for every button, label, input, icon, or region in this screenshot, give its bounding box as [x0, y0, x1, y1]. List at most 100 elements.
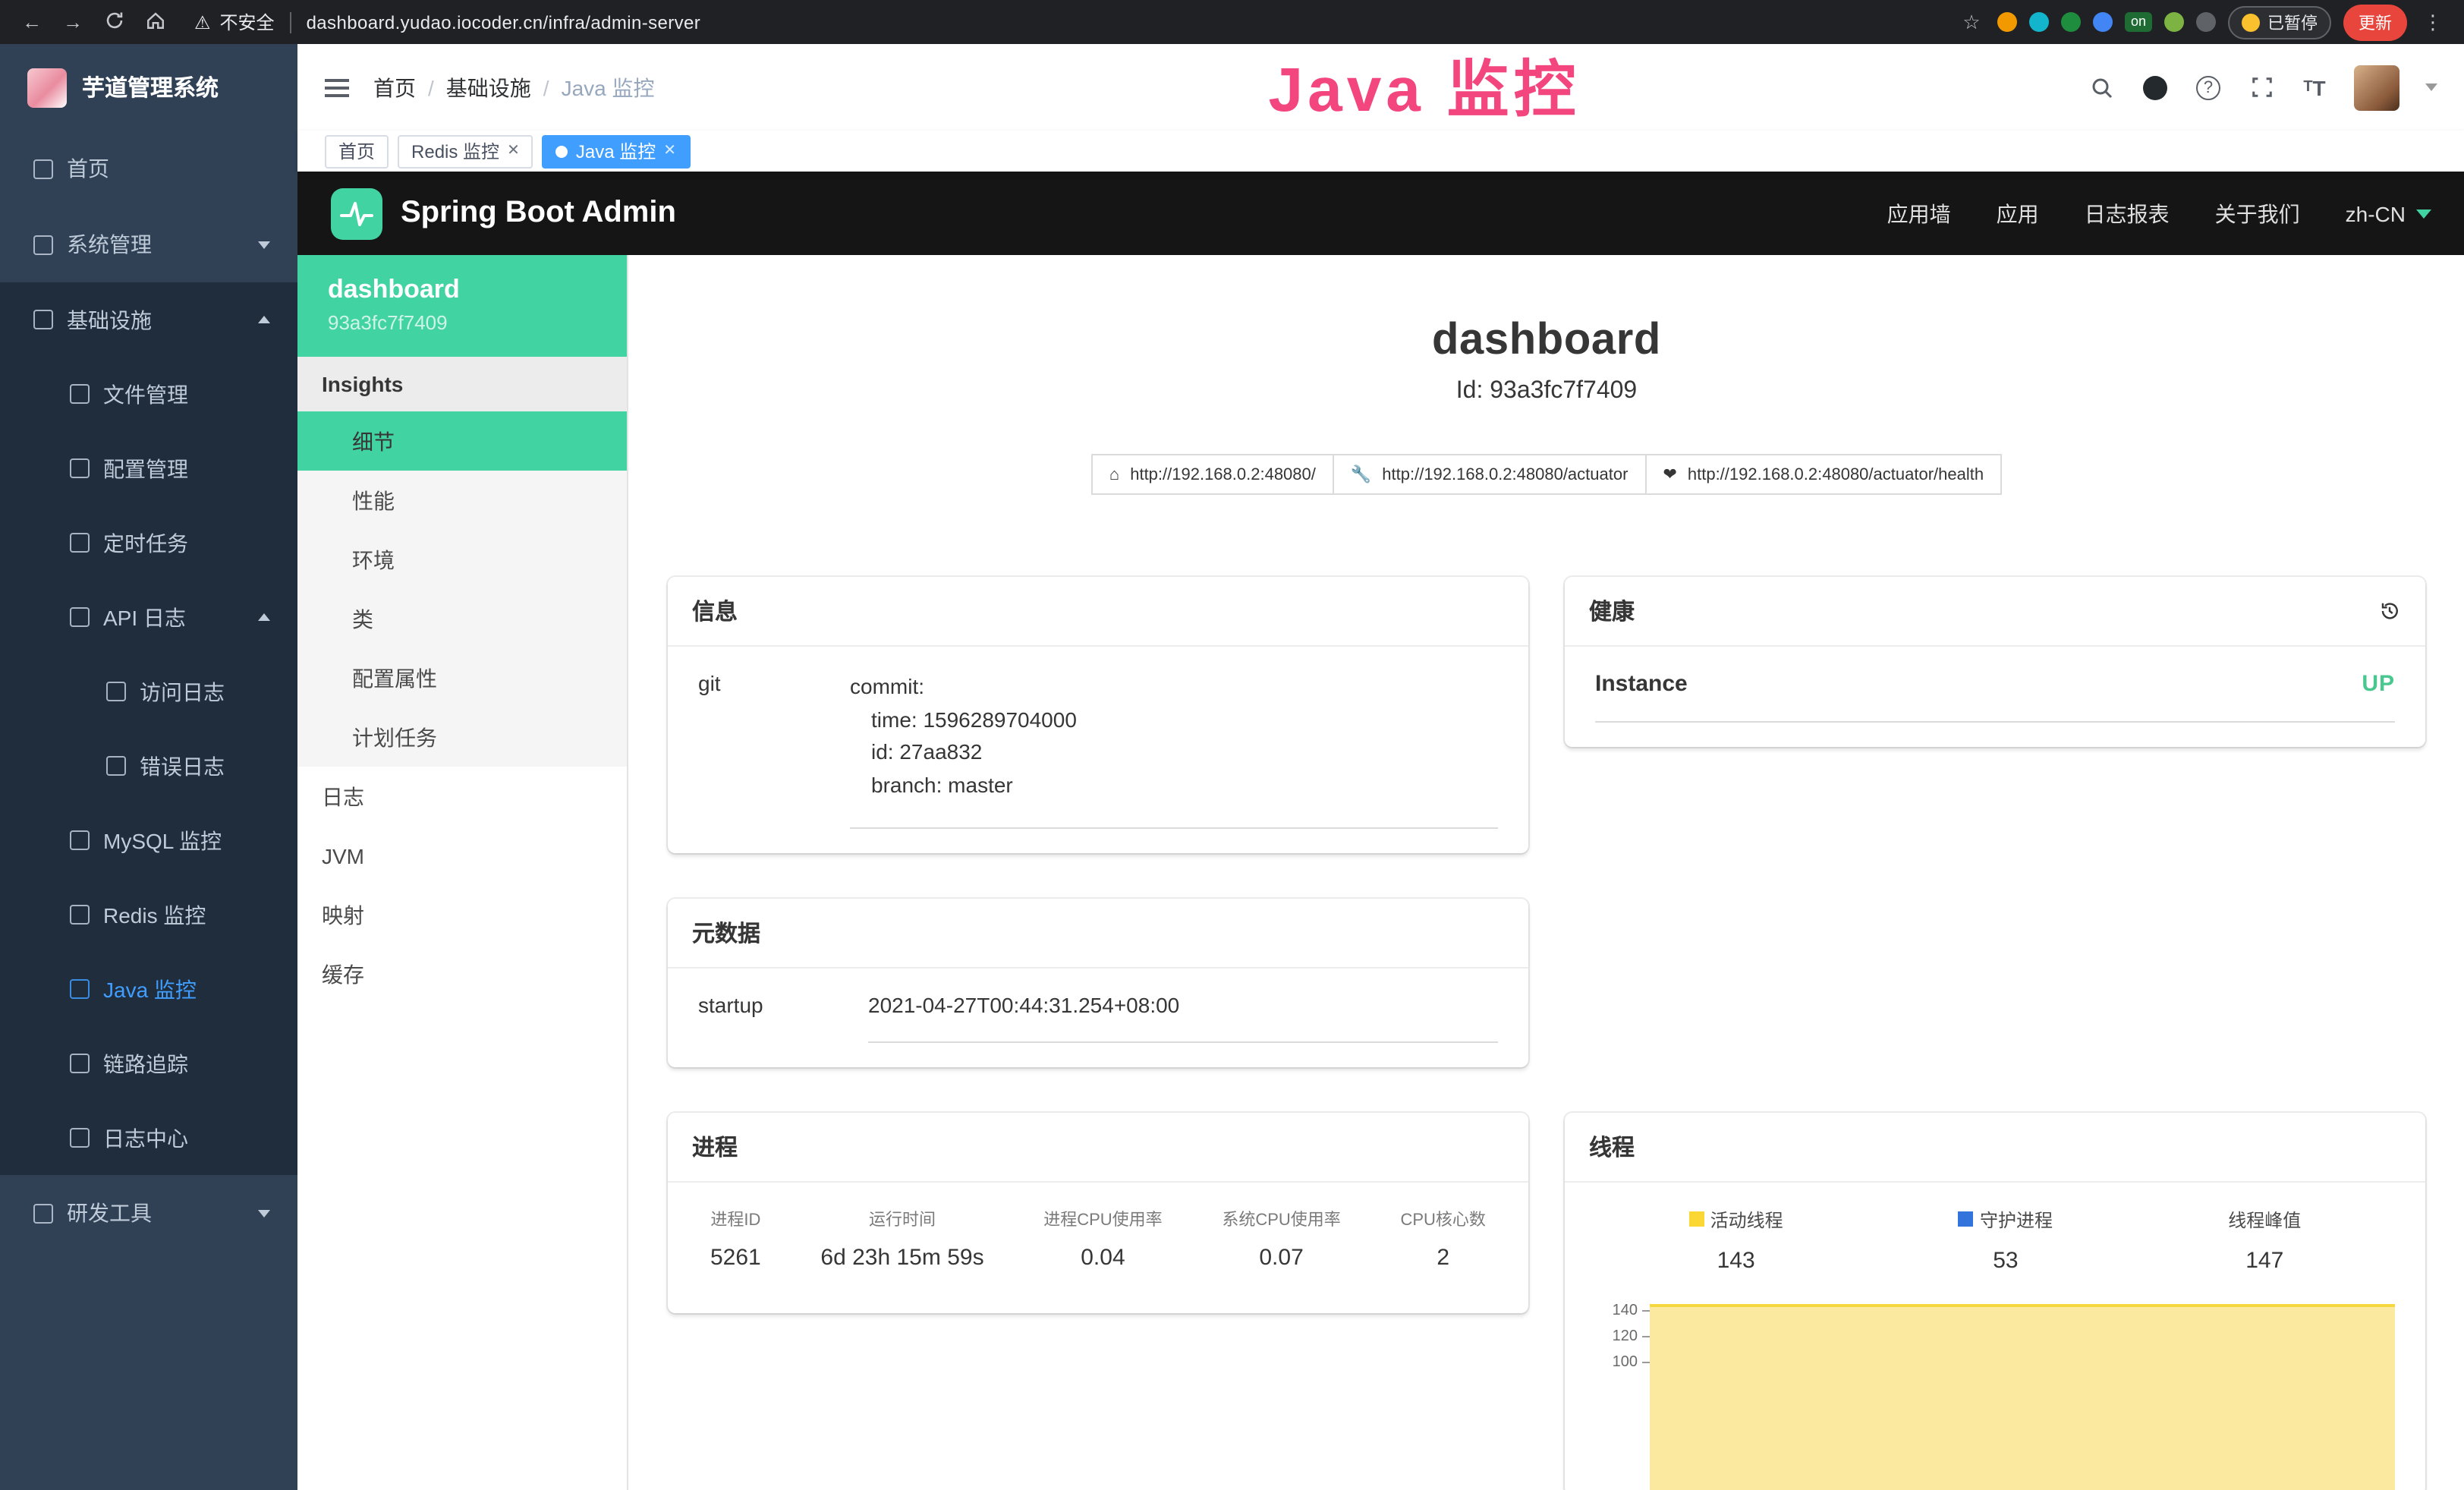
- url-text: dashboard.yudao.iocoder.cn/infra/admin-s…: [307, 11, 701, 33]
- sidebar-item-java-monitor[interactable]: Java 监控: [0, 952, 297, 1026]
- sidebar-item-log-center[interactable]: 日志中心: [0, 1101, 297, 1175]
- cards-grid: 信息 git commit: time: 1596289704000 id: 2…: [668, 577, 2425, 1490]
- daemon-threads-swatch: [1959, 1212, 1974, 1227]
- metric-label: 系统CPU使用率: [1222, 1207, 1340, 1231]
- inst-item-logs[interactable]: 日志: [297, 767, 627, 826]
- java-icon: [70, 979, 90, 999]
- sidebar-item-system[interactable]: 系统管理: [0, 206, 297, 282]
- fullscreen-icon[interactable]: [2248, 74, 2275, 101]
- extension-icon-grid[interactable]: [2093, 12, 2113, 32]
- sidebar-item-label: 错误日志: [140, 751, 225, 781]
- sidebar-item-link-tracing[interactable]: 链路追踪: [0, 1026, 297, 1101]
- tools-icon: [33, 1203, 53, 1223]
- metadata-row-startup: startup 2021-04-27T00:44:31.254+08:00: [698, 993, 1498, 1043]
- address-bar[interactable]: ⚠ 不安全 dashboard.yudao.iocoder.cn/infra/a…: [194, 9, 1944, 35]
- close-icon[interactable]: ✕: [507, 143, 520, 159]
- metric-pid: 进程ID 5261: [710, 1207, 761, 1271]
- sidebar-item-api-logs[interactable]: API 日志: [0, 580, 297, 654]
- sba-nav-wallboard[interactable]: 应用墙: [1887, 198, 1951, 228]
- sidebar-item-dev-tools[interactable]: 研发工具: [0, 1175, 297, 1251]
- fold-sidebar-icon[interactable]: [325, 78, 349, 96]
- inst-item-mappings[interactable]: 映射: [297, 885, 627, 944]
- extensions-puzzle-icon[interactable]: [2196, 12, 2216, 32]
- help-icon[interactable]: ?: [2195, 74, 2222, 101]
- instance-header[interactable]: dashboard 93a3fc7f7409: [297, 255, 627, 357]
- info-key: git: [698, 671, 850, 829]
- update-button[interactable]: 更新: [2343, 4, 2407, 40]
- monitor-icon: [33, 310, 53, 329]
- history-icon[interactable]: [2378, 600, 2401, 622]
- main-content: dashboard Id: 93a3fc7f7409 ⌂ http://192.…: [628, 255, 2464, 1490]
- breadcrumb-infrastructure[interactable]: 基础设施: [446, 72, 531, 102]
- sba-nav-applications[interactable]: 应用: [1997, 198, 2039, 228]
- card-title: 进程: [692, 1131, 738, 1163]
- inst-item-performance[interactable]: 性能: [297, 471, 627, 530]
- heart-icon: ❤: [1663, 465, 1676, 484]
- extension-on-badge[interactable]: on: [2125, 12, 2152, 32]
- header-actions: ? TT: [2088, 65, 2437, 110]
- emoji-icon: [2242, 13, 2260, 31]
- extension-icon-orange[interactable]: [1997, 12, 2017, 32]
- font-size-icon[interactable]: TT: [2301, 74, 2328, 101]
- inst-item-jvm[interactable]: JVM: [297, 826, 627, 885]
- app-logo-area[interactable]: 芋道管理系统: [0, 44, 297, 131]
- inst-item-environment[interactable]: 环境: [297, 530, 627, 589]
- browser-home-icon[interactable]: [141, 11, 168, 33]
- sidebar-item-config-management[interactable]: 配置管理: [0, 431, 297, 506]
- card-title: 线程: [1589, 1131, 1635, 1163]
- tab-home[interactable]: 首页: [325, 134, 389, 168]
- sba-brand[interactable]: Spring Boot Admin: [331, 187, 676, 239]
- health-instance-row: Instance UP: [1595, 671, 2395, 723]
- refresh-icon[interactable]: [100, 11, 127, 33]
- card-title: 健康: [1589, 595, 1635, 627]
- inst-item-classes[interactable]: 类: [297, 589, 627, 648]
- tab-label: Redis 监控: [411, 138, 499, 164]
- sba-nav-about[interactable]: 关于我们: [2215, 198, 2300, 228]
- sidebar-item-infrastructure[interactable]: 基础设施: [0, 282, 297, 357]
- tab-java-monitor[interactable]: Java 监控 ✕: [543, 134, 690, 168]
- extension-icon-leaf[interactable]: [2164, 12, 2184, 32]
- sidebar-item-mysql-monitor[interactable]: MySQL 监控: [0, 803, 297, 877]
- forward-icon[interactable]: →: [59, 12, 87, 32]
- sidebar-item-redis-monitor[interactable]: Redis 监控: [0, 877, 297, 952]
- access-log-icon: [106, 682, 126, 701]
- chart-y-axis: 140 120 100: [1595, 1298, 1650, 1490]
- avatar[interactable]: [2354, 65, 2399, 110]
- breadcrumb-separator: /: [428, 75, 434, 99]
- sba-nav-journal[interactable]: 日志报表: [2085, 198, 2170, 228]
- locale-selector[interactable]: zh-CN: [2346, 201, 2431, 225]
- sidebar-item-file-management[interactable]: 文件管理: [0, 357, 297, 431]
- health-url-link[interactable]: ❤ http://192.168.0.2:48080/actuator/heal…: [1644, 454, 2002, 495]
- browser-menu-icon[interactable]: ⋮: [2419, 12, 2447, 32]
- wrench-icon: 🔧: [1351, 465, 1371, 484]
- inst-item-details[interactable]: 细节: [297, 411, 627, 471]
- close-icon[interactable]: ✕: [663, 143, 676, 159]
- extension-icon-teal[interactable]: [2029, 12, 2049, 32]
- legend-value: 147: [2228, 1248, 2301, 1274]
- back-icon[interactable]: ←: [18, 12, 46, 32]
- inst-item-config-props[interactable]: 配置属性: [297, 648, 627, 707]
- tab-redis-monitor[interactable]: Redis 监控 ✕: [398, 134, 533, 168]
- sidebar-item-access-logs[interactable]: 访问日志: [0, 654, 297, 729]
- caret-down-icon[interactable]: [2425, 83, 2437, 91]
- service-url-link[interactable]: ⌂ http://192.168.0.2:48080/: [1091, 454, 1334, 495]
- instance-id: 93a3fc7f7409: [328, 311, 596, 334]
- paused-badge[interactable]: 已暂停: [2228, 5, 2331, 39]
- instance-links: ⌂ http://192.168.0.2:48080/ 🔧 http://192…: [668, 454, 2425, 495]
- sidebar-item-error-logs[interactable]: 错误日志: [0, 729, 297, 803]
- chevron-down-icon: [258, 241, 270, 248]
- inst-item-scheduled-tasks[interactable]: 计划任务: [297, 707, 627, 767]
- process-metrics: 进程ID 5261 运行时间 6d 23h 15m 59s 进程CPU使用率: [698, 1207, 1498, 1271]
- annotation-text: Java 监控: [1268, 38, 1580, 129]
- extension-icon-green[interactable]: [2061, 12, 2081, 32]
- sidebar-item-scheduled-tasks[interactable]: 定时任务: [0, 506, 297, 580]
- bookmark-star-icon[interactable]: ☆: [1958, 12, 1985, 32]
- github-icon[interactable]: [2141, 74, 2169, 101]
- breadcrumb-home[interactable]: 首页: [373, 72, 416, 102]
- search-icon[interactable]: [2088, 74, 2116, 101]
- sidebar-item-home[interactable]: 首页: [0, 131, 297, 206]
- inst-item-caches[interactable]: 缓存: [297, 944, 627, 1003]
- instance-app-name: dashboard: [328, 275, 596, 305]
- metric-label: 运行时间: [820, 1207, 983, 1231]
- actuator-url-link[interactable]: 🔧 http://192.168.0.2:48080/actuator: [1333, 454, 1647, 495]
